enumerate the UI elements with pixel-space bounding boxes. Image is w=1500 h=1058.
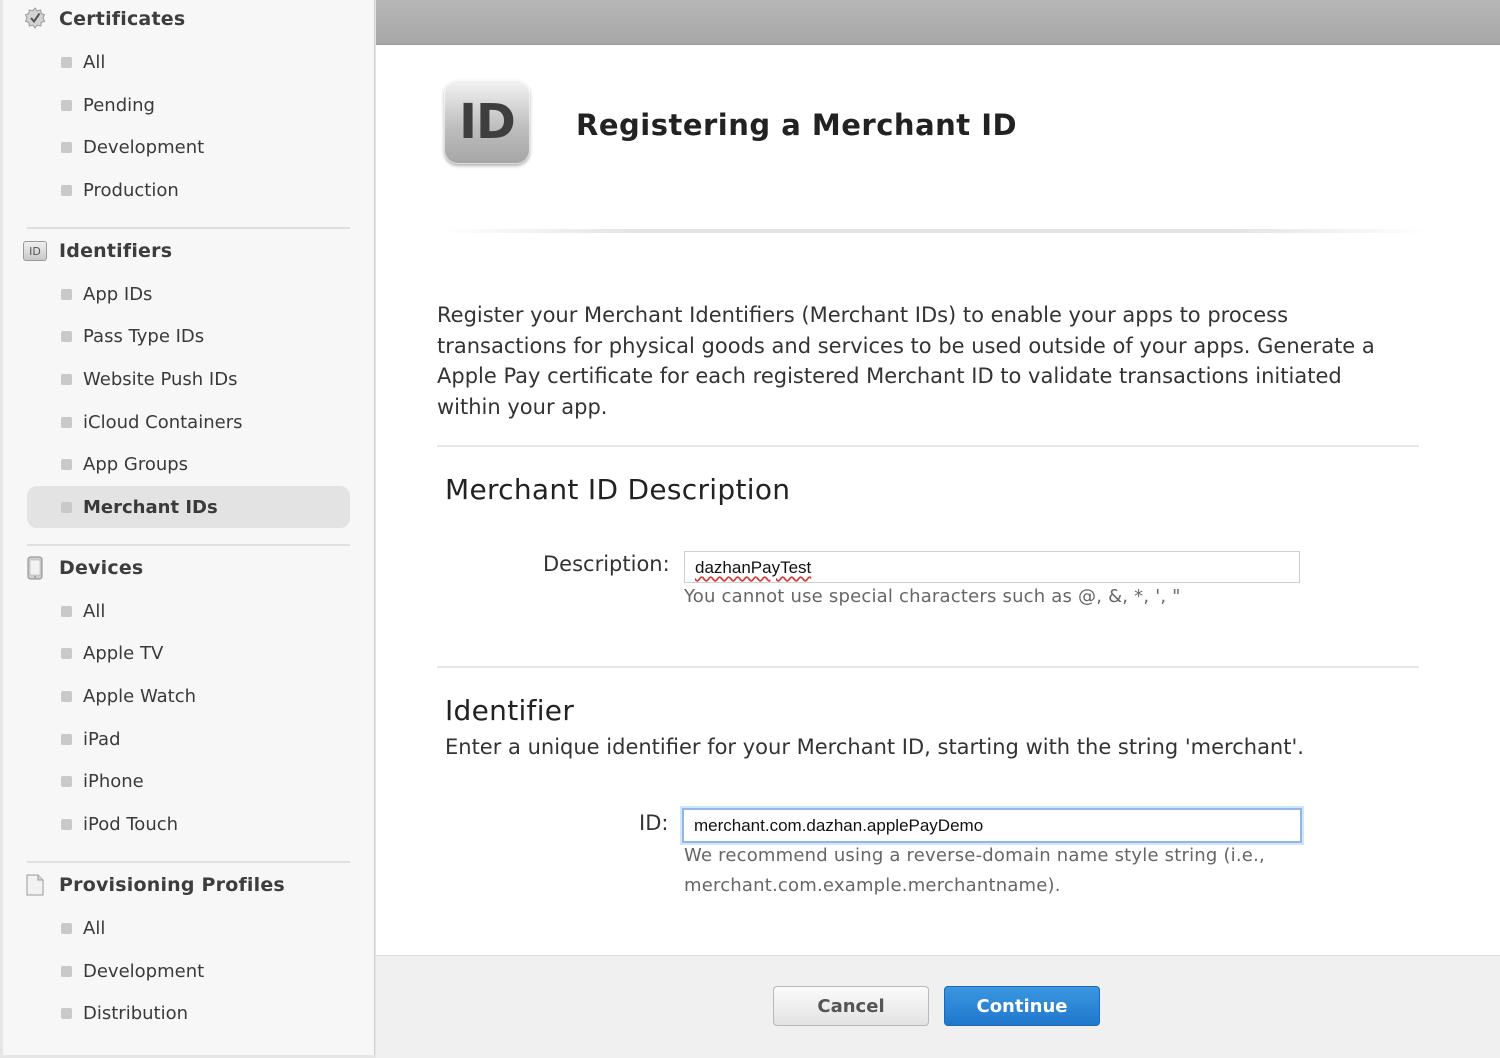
sidebar-item-label: Distribution bbox=[83, 1002, 189, 1024]
sidebar-item-apple-watch[interactable]: Apple Watch bbox=[27, 675, 350, 717]
document-icon bbox=[23, 873, 47, 897]
sidebar-item-label: Apple Watch bbox=[83, 685, 197, 707]
sidebar-item-certificates-pending[interactable]: Pending bbox=[27, 84, 350, 126]
id-help-line2: merchant.com.example.merchantname). bbox=[684, 875, 1061, 896]
sidebar-item-devices-all[interactable]: All bbox=[27, 590, 350, 632]
bullet-icon bbox=[61, 733, 72, 745]
sidebar-divider bbox=[27, 227, 350, 229]
sidebar-item-label: Website Push IDs bbox=[83, 368, 238, 390]
section-label: Identifiers bbox=[59, 240, 173, 262]
sidebar-item-website-push-ids[interactable]: Website Push IDs bbox=[27, 358, 350, 400]
bullet-icon bbox=[61, 605, 72, 617]
sidebar-item-label: Pass Type IDs bbox=[83, 325, 205, 347]
sidebar-item-label: iPhone bbox=[83, 770, 144, 792]
sidebar-item-icloud-containers[interactable]: iCloud Containers bbox=[27, 401, 350, 443]
intro-text: Register your Merchant Identifiers (Merc… bbox=[437, 303, 1375, 419]
bullet-icon bbox=[61, 373, 72, 385]
description-heading: Merchant ID Description bbox=[445, 473, 791, 506]
sidebar-item-label: Development bbox=[83, 960, 205, 982]
footer-bar bbox=[376, 955, 1500, 1058]
sidebar-item-label: iCloud Containers bbox=[83, 411, 243, 433]
continue-button[interactable]: Continue bbox=[944, 986, 1100, 1026]
section-label: Devices bbox=[59, 557, 144, 579]
section-label: Provisioning Profiles bbox=[59, 874, 285, 896]
cancel-button[interactable]: Cancel bbox=[773, 986, 929, 1026]
sidebar-item-label: App IDs bbox=[83, 283, 153, 305]
sidebar-item-apple-tv[interactable]: Apple TV bbox=[27, 632, 350, 674]
sidebar-item-label: Apple TV bbox=[83, 642, 164, 664]
section-devices[interactable]: Devices bbox=[23, 554, 143, 582]
description-value: dazhanPayTest bbox=[695, 558, 812, 577]
sidebar-item-profiles-development[interactable]: Development bbox=[27, 950, 350, 992]
bullet-icon bbox=[61, 141, 72, 153]
sidebar-item-app-ids[interactable]: App IDs bbox=[27, 273, 350, 315]
id-value: merchant.com.dazhan.applePayDemo bbox=[694, 816, 984, 835]
sidebar-item-ipad[interactable]: iPad bbox=[27, 718, 350, 760]
sidebar-divider bbox=[27, 861, 350, 863]
bullet-icon bbox=[61, 99, 72, 111]
id-help-line1: We recommend using a reverse-domain name… bbox=[684, 845, 1265, 866]
certificate-icon bbox=[23, 7, 47, 31]
sidebar-item-label: Pending bbox=[83, 94, 155, 116]
section-label: Certificates bbox=[59, 8, 186, 30]
sidebar-item-ipod-touch[interactable]: iPod Touch bbox=[27, 803, 350, 845]
sidebar-item-label: Production bbox=[83, 179, 179, 201]
bullet-icon bbox=[61, 416, 72, 428]
id-badge-icon: ID bbox=[444, 80, 530, 164]
title-divider bbox=[440, 229, 1430, 233]
description-help: You cannot use special characters such a… bbox=[684, 586, 1181, 607]
sidebar-item-label: App Groups bbox=[83, 453, 189, 475]
id-icon-box: ID bbox=[23, 241, 47, 261]
sidebar-item-label: All bbox=[83, 600, 106, 622]
bullet-icon bbox=[61, 922, 72, 934]
bullet-icon bbox=[61, 965, 72, 977]
sidebar-divider bbox=[27, 544, 350, 546]
page-title: Registering a Merchant ID bbox=[576, 108, 1018, 142]
sidebar-item-profiles-all[interactable]: All bbox=[27, 907, 350, 949]
section-certificates[interactable]: Certificates bbox=[23, 5, 185, 33]
top-bar bbox=[376, 0, 1500, 45]
sidebar-item-certificates-production[interactable]: Production bbox=[27, 169, 350, 211]
bullet-icon bbox=[61, 288, 72, 300]
bullet-icon bbox=[61, 56, 72, 68]
sidebar-item-label: iPad bbox=[83, 728, 121, 750]
description-input[interactable]: dazhanPayTest bbox=[684, 551, 1300, 583]
bullet-icon bbox=[61, 775, 72, 787]
sidebar-item-label: All bbox=[83, 917, 106, 939]
bullet-icon bbox=[61, 647, 72, 659]
bullet-icon bbox=[61, 818, 72, 830]
identifier-subtitle: Enter a unique identifier for your Merch… bbox=[445, 735, 1304, 759]
id-input[interactable]: merchant.com.dazhan.applePayDemo bbox=[682, 808, 1302, 843]
device-icon bbox=[23, 556, 47, 580]
bullet-icon bbox=[61, 690, 72, 702]
bullet-icon bbox=[61, 330, 72, 342]
identifier-heading: Identifier bbox=[445, 694, 575, 727]
sidebar-item-merchant-ids[interactable]: Merchant IDs bbox=[27, 486, 350, 528]
sidebar-item-label: All bbox=[83, 51, 106, 73]
description-label: Description: bbox=[543, 552, 670, 576]
section-divider bbox=[437, 666, 1419, 668]
bullet-icon bbox=[61, 458, 72, 470]
sidebar-item-certificates-development[interactable]: Development bbox=[27, 126, 350, 168]
sidebar-item-label: iPod Touch bbox=[83, 813, 179, 835]
sidebar-item-certificates-all[interactable]: All bbox=[27, 41, 350, 83]
section-divider bbox=[437, 445, 1419, 447]
sidebar-item-label: Development bbox=[83, 136, 205, 158]
sidebar: Certificates All Pending Development Pro… bbox=[3, 0, 375, 1055]
sidebar-item-label: Merchant IDs bbox=[83, 496, 218, 518]
bullet-icon bbox=[61, 184, 72, 196]
bullet-icon bbox=[61, 1007, 72, 1019]
id-label: ID: bbox=[639, 811, 669, 835]
sidebar-item-pass-type-ids[interactable]: Pass Type IDs bbox=[27, 315, 350, 357]
section-provisioning-profiles[interactable]: Provisioning Profiles bbox=[23, 871, 285, 899]
sidebar-item-profiles-distribution[interactable]: Distribution bbox=[27, 992, 350, 1034]
sidebar-item-iphone[interactable]: iPhone bbox=[27, 760, 350, 802]
id-icon: ID bbox=[23, 239, 47, 263]
bullet-icon bbox=[61, 501, 72, 513]
section-identifiers[interactable]: ID Identifiers bbox=[23, 237, 172, 265]
sidebar-item-app-groups[interactable]: App Groups bbox=[27, 443, 350, 485]
